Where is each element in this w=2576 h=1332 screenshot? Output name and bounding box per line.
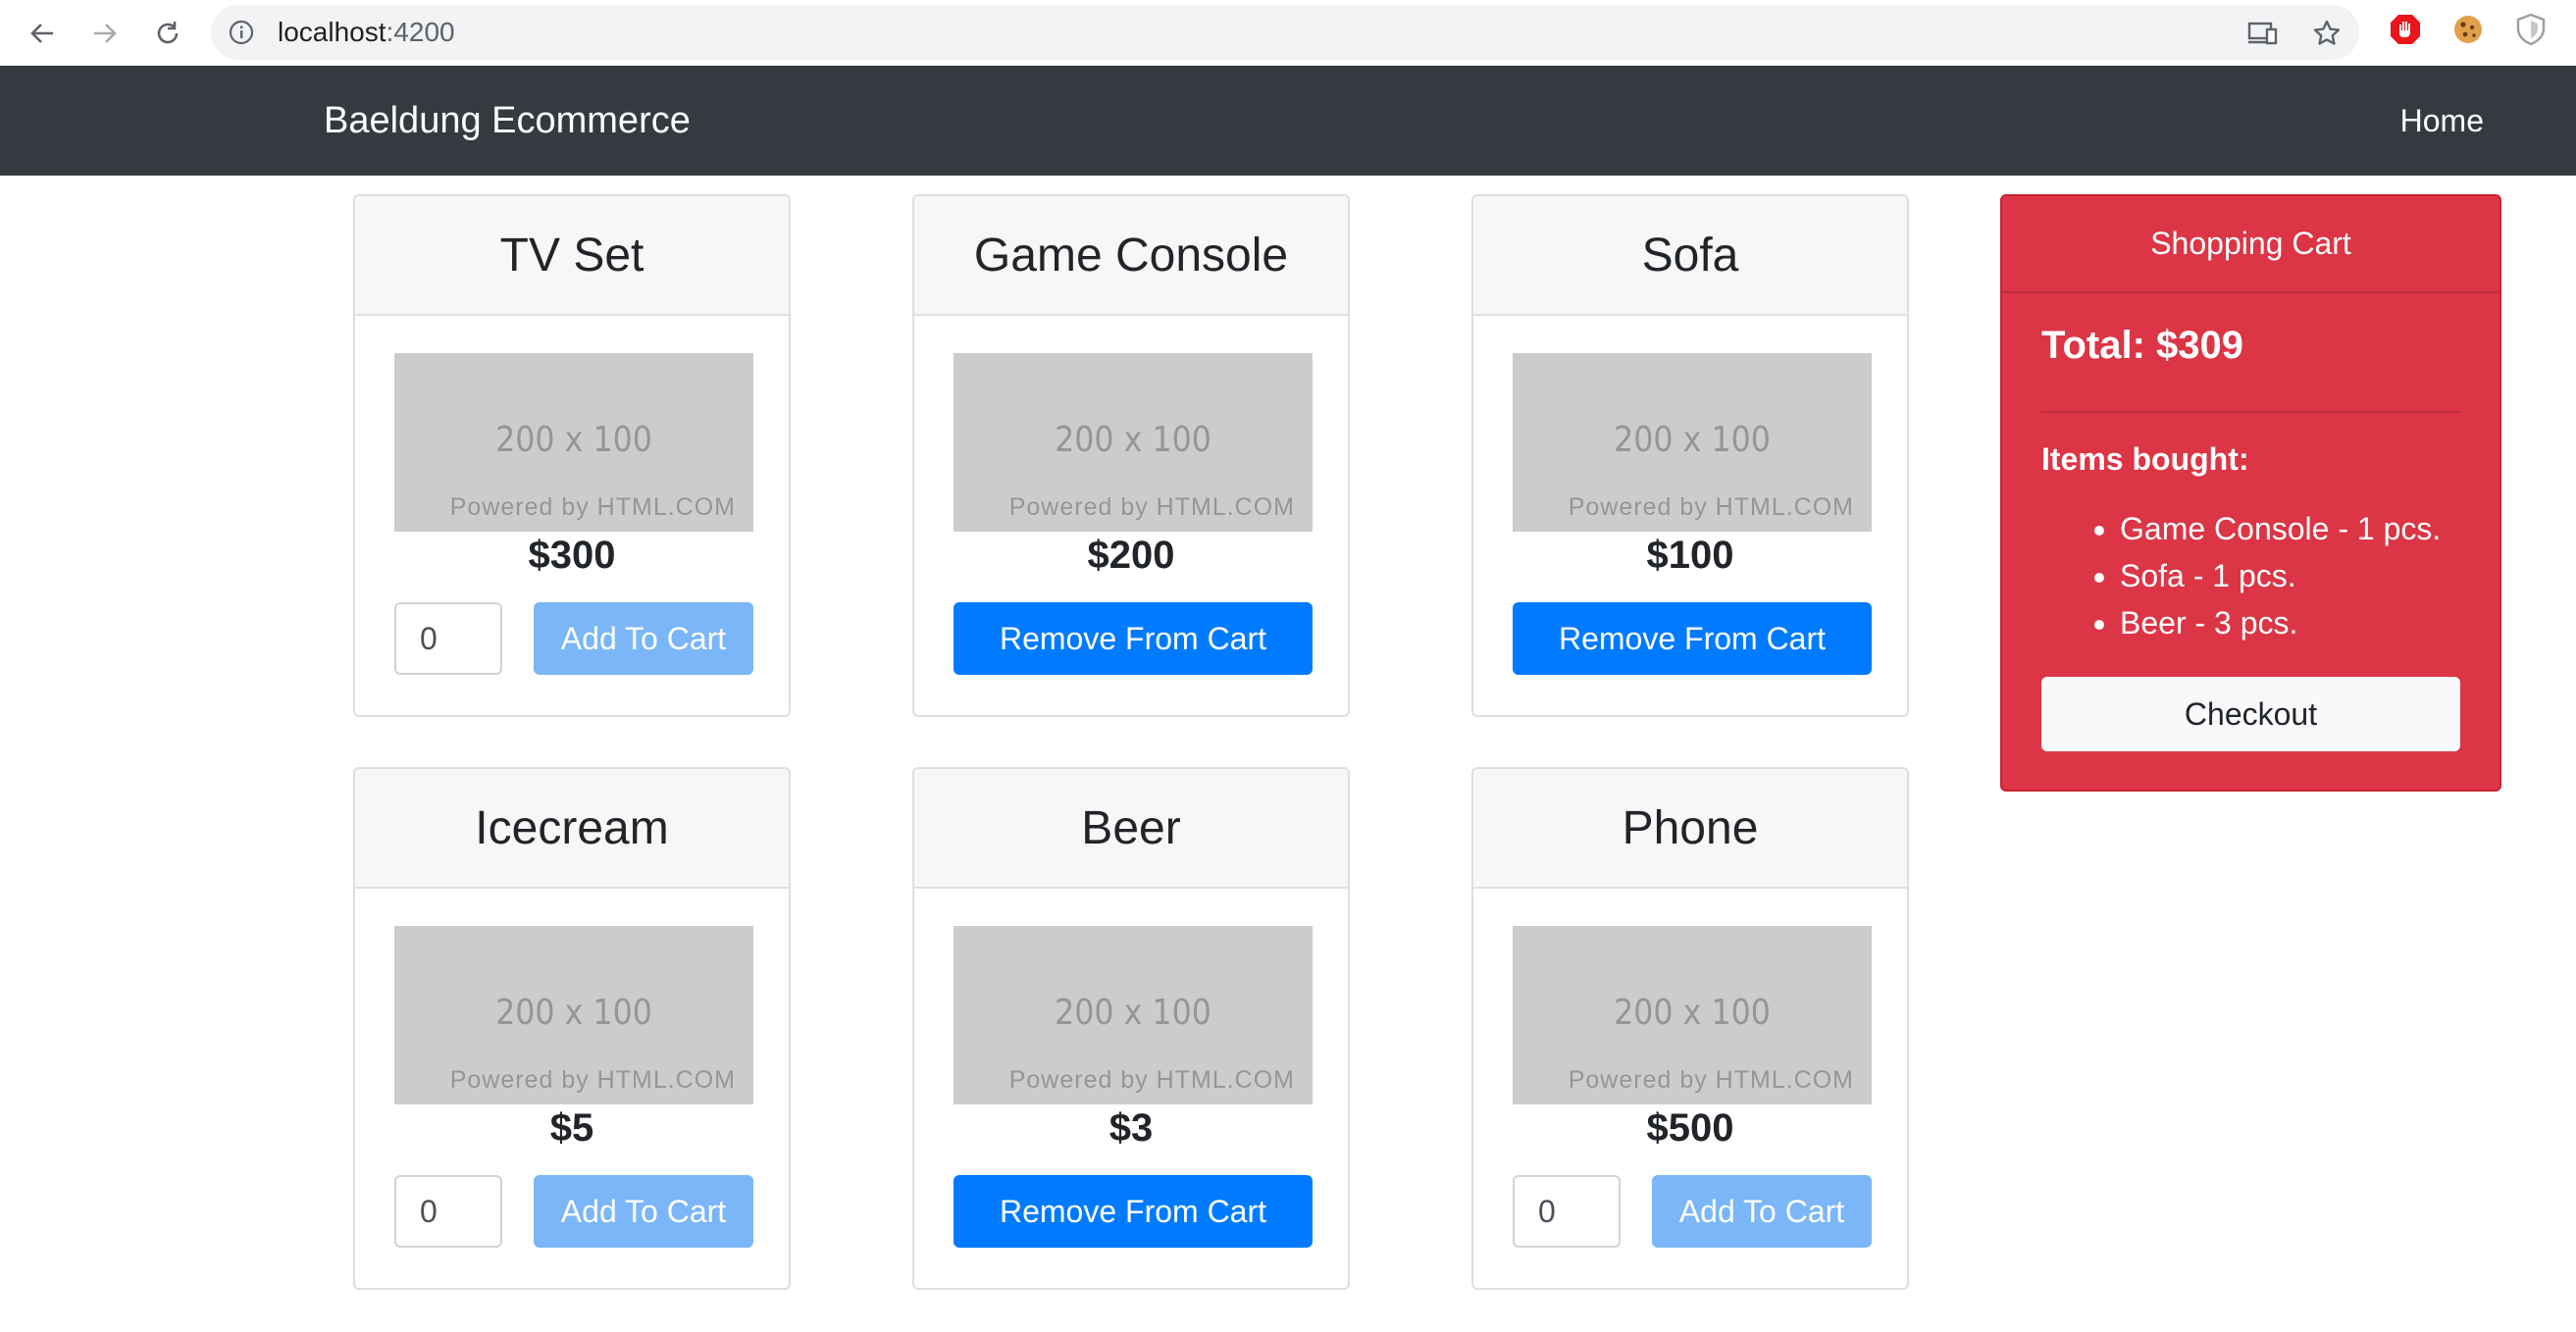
- quantity-input[interactable]: 0: [394, 1175, 502, 1248]
- home-link[interactable]: Home: [2400, 66, 2484, 176]
- cart-items-list: Game Console - 1 pcs. Sofa - 1 pcs. Beer…: [2081, 505, 2441, 646]
- image-powered-text: Powered by HTML.COM: [1568, 493, 1854, 521]
- remove-from-cart-button[interactable]: Remove From Cart: [953, 602, 1313, 675]
- add-to-cart-button[interactable]: Add To Cart: [534, 602, 753, 675]
- add-to-cart-button[interactable]: Add To Cart: [534, 1175, 753, 1248]
- items-bought-heading: Items bought:: [2041, 441, 2249, 477]
- image-powered-text: Powered by HTML.COM: [1568, 1066, 1854, 1094]
- image-size-text: 200 x 100: [495, 993, 652, 1033]
- product-image: 200 x 100 Powered by HTML.COM: [1513, 926, 1872, 1104]
- image-size-text: 200 x 100: [1055, 993, 1211, 1033]
- product-price: $5: [549, 1106, 594, 1150]
- product-image: 200 x 100 Powered by HTML.COM: [394, 926, 753, 1104]
- product-image: 200 x 100 Powered by HTML.COM: [953, 353, 1313, 532]
- image-powered-text: Powered by HTML.COM: [449, 493, 736, 521]
- url-host: localhost: [278, 17, 386, 47]
- cart-item: Game Console - 1 pcs.: [2120, 505, 2441, 552]
- app-navbar: Baeldung Ecommerce Home: [0, 66, 2576, 176]
- product-card-phone: Phone 200 x 100 Powered by HTML.COM $500…: [1471, 767, 1909, 1290]
- add-to-cart-button[interactable]: Add To Cart: [1652, 1175, 1872, 1248]
- cart-total: Total: $309: [2041, 324, 2243, 367]
- product-price: $100: [1646, 534, 1734, 577]
- image-size-text: 200 x 100: [495, 420, 652, 460]
- product-image: 200 x 100 Powered by HTML.COM: [953, 926, 1313, 1104]
- remove-from-cart-button[interactable]: Remove From Cart: [953, 1175, 1313, 1248]
- cart-item: Beer - 3 pcs.: [2120, 599, 2441, 646]
- reload-icon[interactable]: [144, 10, 191, 57]
- product-title: Phone: [1473, 769, 1907, 889]
- product-card-sofa: Sofa 200 x 100 Powered by HTML.COM $100 …: [1471, 194, 1909, 717]
- cart-divider: [2041, 411, 2460, 413]
- cart-title: Shopping Cart: [2002, 196, 2499, 293]
- product-card-beer: Beer 200 x 100 Powered by HTML.COM $3 Re…: [912, 767, 1350, 1290]
- product-card-game-console: Game Console 200 x 100 Powered by HTML.C…: [912, 194, 1350, 717]
- adblock-extension-icon[interactable]: [2389, 13, 2422, 46]
- product-image: 200 x 100 Powered by HTML.COM: [1513, 353, 1872, 532]
- product-price: $200: [1087, 534, 1175, 577]
- back-arrow-icon[interactable]: [19, 10, 66, 57]
- image-powered-text: Powered by HTML.COM: [1008, 1066, 1295, 1094]
- forward-arrow-icon[interactable]: [81, 10, 129, 57]
- product-title: TV Set: [355, 196, 789, 316]
- quantity-input[interactable]: 0: [394, 602, 502, 675]
- product-title: Beer: [914, 769, 1348, 889]
- image-size-text: 200 x 100: [1614, 420, 1771, 460]
- image-powered-text: Powered by HTML.COM: [1008, 493, 1295, 521]
- product-title: Sofa: [1473, 196, 1907, 316]
- device-icon[interactable]: [2246, 17, 2280, 50]
- checkout-button[interactable]: Checkout: [2041, 677, 2460, 751]
- product-price: $3: [1108, 1106, 1154, 1150]
- image-size-text: 200 x 100: [1614, 993, 1771, 1033]
- product-title: Icecream: [355, 769, 789, 889]
- product-card-tv-set: TV Set 200 x 100 Powered by HTML.COM $30…: [353, 194, 791, 717]
- remove-from-cart-button[interactable]: Remove From Cart: [1513, 602, 1872, 675]
- product-card-icecream: Icecream 200 x 100 Powered by HTML.COM $…: [353, 767, 791, 1290]
- url-text[interactable]: localhost:4200: [278, 5, 455, 60]
- address-bar[interactable]: localhost:4200: [211, 5, 2359, 60]
- brand-link[interactable]: Baeldung Ecommerce: [324, 66, 691, 176]
- product-image: 200 x 100 Powered by HTML.COM: [394, 353, 753, 532]
- shield-extension-icon[interactable]: [2514, 13, 2548, 46]
- cart-item: Sofa - 1 pcs.: [2120, 552, 2441, 599]
- site-info-icon[interactable]: [229, 20, 254, 45]
- product-title: Game Console: [914, 196, 1348, 316]
- shopping-cart-panel: Shopping Cart Total: $309 Items bought: …: [2000, 194, 2501, 792]
- url-port: :4200: [386, 17, 455, 47]
- product-price: $500: [1646, 1106, 1734, 1150]
- quantity-input[interactable]: 0: [1513, 1175, 1621, 1248]
- product-price: $300: [528, 534, 616, 577]
- image-size-text: 200 x 100: [1055, 420, 1211, 460]
- star-icon[interactable]: [2310, 17, 2344, 50]
- browser-toolbar: localhost:4200: [0, 0, 2576, 66]
- image-powered-text: Powered by HTML.COM: [449, 1066, 736, 1094]
- cookie-extension-icon[interactable]: [2451, 13, 2485, 46]
